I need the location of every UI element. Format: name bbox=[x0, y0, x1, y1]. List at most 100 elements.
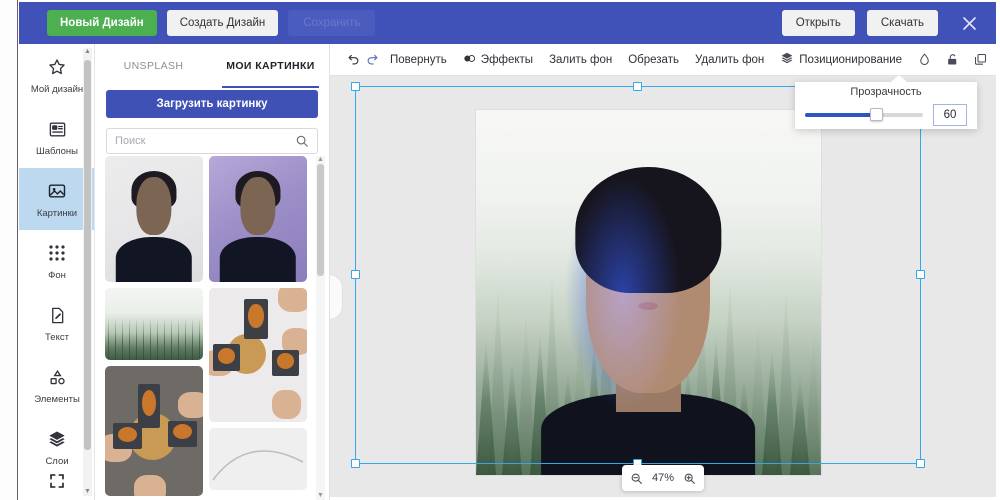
portrait-blue-light-overlay bbox=[541, 161, 756, 475]
search-input[interactable] bbox=[115, 135, 295, 147]
toolbar-right-group: Позиционирование bbox=[772, 47, 1000, 73]
thumbnail-portrait-plain[interactable] bbox=[105, 156, 203, 282]
tab-my-images[interactable]: МОИ КАРТИНКИ bbox=[212, 44, 329, 88]
panel-scrollbar[interactable]: ▲ ▼ bbox=[316, 156, 325, 500]
canvas-toolbar: Повернуть Эффекты Залить фон Обрезать Уд… bbox=[330, 44, 996, 76]
canvas-stage[interactable]: 47% bbox=[330, 76, 996, 497]
sidebar-label: Элементы bbox=[34, 394, 80, 405]
redo-icon[interactable] bbox=[365, 48, 380, 72]
zoom-level-label: 47% bbox=[651, 472, 675, 484]
slider-knob[interactable] bbox=[869, 108, 883, 121]
thumbnail-art bbox=[209, 156, 307, 282]
image-icon bbox=[47, 179, 67, 203]
thumbnail-art bbox=[105, 288, 203, 360]
left-icon-rail: Мой дизайн Шаблоны Картинки Фон Текст Эл… bbox=[19, 44, 95, 500]
thumbnail-art bbox=[105, 156, 203, 282]
app-header: Новый Дизайн Создать Дизайн Сохранить От… bbox=[19, 2, 996, 44]
scroll-up-arrow[interactable]: ▲ bbox=[84, 48, 91, 56]
page-right-gutter bbox=[996, 0, 1000, 44]
transparency-title: Прозрачность bbox=[850, 86, 922, 98]
thumbnail-portrait-purple[interactable] bbox=[209, 156, 307, 282]
resize-handle-bottom-right[interactable] bbox=[916, 459, 925, 468]
upload-image-button[interactable]: Загрузить картинку bbox=[106, 90, 318, 118]
thumbnail-column-right bbox=[209, 156, 307, 496]
resize-handle-middle-right[interactable] bbox=[916, 270, 925, 279]
panel-scroll-thumb[interactable] bbox=[317, 164, 324, 276]
transparency-controls bbox=[805, 104, 967, 126]
sidebar-label: Текст bbox=[45, 332, 69, 343]
unlock-icon[interactable] bbox=[940, 48, 964, 72]
dots-grid-icon bbox=[48, 241, 66, 265]
rotate-button[interactable]: Повернуть bbox=[382, 47, 455, 73]
fill-background-label: Залить фон bbox=[549, 53, 613, 66]
panel-tabs: UNSPLASH МОИ КАРТИНКИ bbox=[95, 44, 329, 88]
fill-background-button[interactable]: Залить фон bbox=[541, 47, 620, 73]
thumbnail-line-curve[interactable] bbox=[209, 428, 307, 490]
undo-icon[interactable] bbox=[346, 48, 361, 72]
open-button[interactable]: Открыть bbox=[781, 10, 855, 36]
scroll-down-arrow[interactable]: ▼ bbox=[84, 488, 91, 496]
thumbnail-art bbox=[209, 288, 307, 422]
sidebar-label: Мой дизайн bbox=[30, 84, 84, 95]
transparency-value-input[interactable] bbox=[933, 104, 967, 126]
scroll-down-arrow[interactable]: ▼ bbox=[317, 492, 324, 500]
zoom-control: 47% bbox=[621, 465, 705, 491]
layers-icon bbox=[780, 51, 794, 68]
shapes-icon bbox=[48, 365, 67, 389]
positioning-label: Позиционирование bbox=[799, 53, 903, 66]
tab-unsplash[interactable]: UNSPLASH bbox=[95, 44, 212, 88]
page-left-gutter bbox=[0, 0, 18, 500]
panel-collapse-handle[interactable] bbox=[330, 274, 343, 320]
resize-handle-middle-left[interactable] bbox=[351, 270, 360, 279]
thumbnail-forest[interactable] bbox=[105, 288, 203, 360]
rotate-label: Повернуть bbox=[390, 53, 447, 66]
rail-scrollbar[interactable]: ▲ ▼ bbox=[83, 48, 92, 496]
templates-icon bbox=[48, 117, 67, 141]
crop-button[interactable]: Обрезать bbox=[620, 47, 687, 73]
remove-background-button[interactable]: Удалить фон bbox=[687, 47, 772, 73]
close-icon[interactable] bbox=[958, 12, 980, 34]
transparency-slider[interactable] bbox=[805, 108, 923, 122]
zoom-in-icon[interactable] bbox=[683, 472, 696, 485]
thumbnail-art bbox=[209, 428, 307, 490]
sidebar-label: Картинки bbox=[36, 208, 78, 219]
slider-fill bbox=[805, 113, 876, 117]
positioning-button[interactable]: Позиционирование bbox=[772, 47, 910, 73]
design-editor-app: Новый Дизайн Создать Дизайн Сохранить От… bbox=[0, 0, 1000, 500]
download-button[interactable]: Скачать bbox=[866, 10, 938, 36]
contrast-icon bbox=[463, 52, 476, 68]
effects-button[interactable]: Эффекты bbox=[455, 47, 541, 73]
new-design-button[interactable]: Новый Дизайн bbox=[47, 10, 157, 36]
scroll-up-arrow[interactable]: ▲ bbox=[317, 156, 324, 164]
rail-scroll-thumb[interactable] bbox=[84, 60, 91, 450]
layers-icon bbox=[47, 427, 67, 451]
zoom-out-icon[interactable] bbox=[630, 472, 643, 485]
portrait-layer[interactable] bbox=[541, 161, 756, 475]
thumbnail-column-left bbox=[105, 156, 203, 500]
thumbnail-pizza-dark[interactable] bbox=[105, 366, 203, 496]
save-button[interactable]: Сохранить bbox=[288, 10, 376, 36]
artboard[interactable] bbox=[476, 110, 821, 475]
thumbnail-grid bbox=[103, 156, 315, 500]
search-icon[interactable] bbox=[295, 134, 309, 148]
resize-handle-top-center[interactable] bbox=[633, 82, 642, 91]
text-icon bbox=[48, 303, 67, 327]
header-actions: Открыть Скачать bbox=[781, 10, 996, 36]
sidebar-label: Шаблоны bbox=[35, 146, 78, 157]
resize-handle-top-left[interactable] bbox=[351, 82, 360, 91]
trash-icon[interactable] bbox=[996, 48, 1000, 72]
thumbnail-pizza-light[interactable] bbox=[209, 288, 307, 422]
search-box[interactable] bbox=[106, 128, 318, 154]
droplet-icon[interactable] bbox=[912, 48, 936, 72]
remove-background-label: Удалить фон bbox=[694, 53, 765, 66]
sidebar-label: Фон bbox=[48, 270, 66, 281]
star-icon bbox=[47, 55, 67, 79]
transparency-popup: Прозрачность bbox=[795, 75, 977, 129]
effects-label: Эффекты bbox=[480, 53, 534, 66]
duplicate-icon[interactable] bbox=[968, 48, 992, 72]
thumbnail-art bbox=[105, 366, 203, 496]
crop-label: Обрезать bbox=[628, 53, 679, 66]
images-panel: UNSPLASH МОИ КАРТИНКИ Загрузить картинку bbox=[95, 44, 330, 500]
resize-handle-bottom-left[interactable] bbox=[351, 459, 360, 468]
create-design-button[interactable]: Создать Дизайн bbox=[166, 10, 279, 36]
